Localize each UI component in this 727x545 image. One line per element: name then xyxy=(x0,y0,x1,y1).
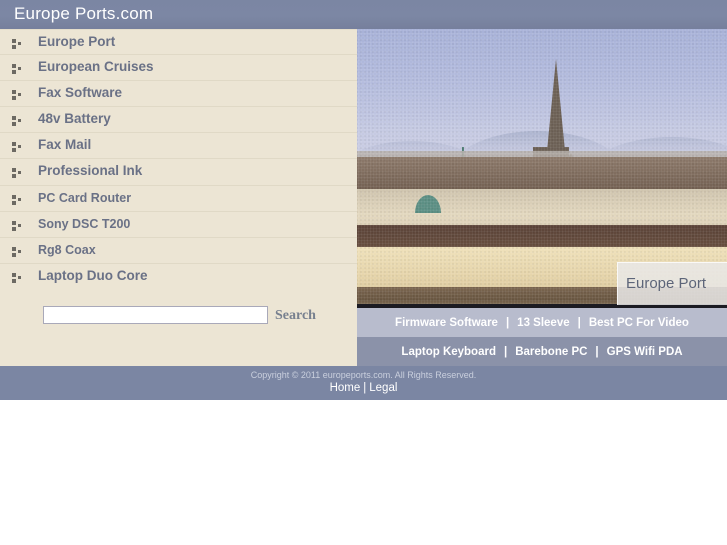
link-separator: | xyxy=(503,345,508,358)
sidebar-item-rg8-coax[interactable]: Rg8 Coax xyxy=(0,238,357,264)
sidebar-item-label: Rg8 Coax xyxy=(38,242,96,257)
site-header: Europe Ports.com xyxy=(0,0,727,29)
search-area: Search xyxy=(0,289,357,337)
sidebar-item-europe-port[interactable]: Europe Port xyxy=(0,29,357,56)
bullet-icon xyxy=(12,142,22,153)
photo-caption-badge: Europe Port xyxy=(617,262,727,305)
sidebar-item-48v-battery[interactable]: 48v Battery xyxy=(0,107,357,134)
link-barebone-pc[interactable]: Barebone PC xyxy=(515,346,587,358)
bullet-icon xyxy=(12,90,22,101)
sidebar-item-label: European Cruises xyxy=(38,59,154,75)
link-separator: | xyxy=(577,316,581,329)
site-footer: Copyright © 2011 europeports.com. All Ri… xyxy=(0,366,727,400)
bullet-icon xyxy=(12,64,22,75)
bullet-icon xyxy=(12,272,22,283)
sidebar-item-pc-card-router[interactable]: PC Card Router xyxy=(0,186,357,212)
footer-link-separator: | xyxy=(363,382,367,394)
sidebar-item-fax-mail[interactable]: Fax Mail xyxy=(0,133,357,160)
sidebar-item-professional-ink[interactable]: Professional Ink xyxy=(0,159,357,186)
search-button[interactable]: Search xyxy=(275,308,316,324)
hero-photo: Europe Port xyxy=(357,29,727,308)
bullet-icon xyxy=(12,39,22,49)
sidebar-item-fax-software[interactable]: Fax Software xyxy=(0,81,357,108)
site-title: Europe Ports.com xyxy=(14,4,154,23)
link-laptop-keyboard[interactable]: Laptop Keyboard xyxy=(401,346,496,358)
footer-link-home[interactable]: Home xyxy=(330,382,361,394)
sidebar-item-label: Fax Mail xyxy=(38,137,92,153)
photo-caption-label: Europe Port xyxy=(626,275,707,292)
sidebar-item-label: Fax Software xyxy=(38,85,123,101)
bullet-icon xyxy=(12,194,22,205)
sidebar-item-european-cruises[interactable]: European Cruises xyxy=(0,55,357,82)
link-firmware-software[interactable]: Firmware Software xyxy=(395,317,498,329)
sidebar-item-label: Sony DSC T200 xyxy=(38,216,131,231)
link-separator: | xyxy=(595,345,599,358)
sidebar-item-label: 48v Battery xyxy=(38,111,111,127)
sidebar-menu-list: Europe Port European Cruises Fax Softwar… xyxy=(0,29,357,290)
sidebar-item-label: Europe Port xyxy=(38,34,116,49)
search-input[interactable] xyxy=(43,306,268,324)
page-root: Europe Ports.com Europe Port European Cr… xyxy=(0,0,727,545)
bullet-icon xyxy=(12,220,22,231)
bullet-icon xyxy=(12,116,22,127)
sidebar-item-sony-dsc-t200[interactable]: Sony DSC T200 xyxy=(0,212,357,238)
footer-links: Home | Legal xyxy=(0,382,727,394)
copyright-text: Copyright © 2011 europeports.com. All Ri… xyxy=(250,370,477,380)
link-13-sleeve[interactable]: 13 Sleeve xyxy=(517,317,569,329)
link-bar-row-2: Laptop Keyboard | Barebone PC | GPS Wifi… xyxy=(357,337,727,366)
sidebar-item-label: Laptop Duo Core xyxy=(38,267,148,283)
sidebar-item-label: PC Card Router xyxy=(38,190,132,205)
sidebar-item-laptop-duo-core[interactable]: Laptop Duo Core xyxy=(0,264,357,290)
bullet-icon xyxy=(12,246,22,257)
link-bar-row-1: Firmware Software | 13 Sleeve | Best PC … xyxy=(357,308,727,337)
cathedral-spire xyxy=(547,59,565,151)
link-best-pc-for-video[interactable]: Best PC For Video xyxy=(589,317,689,329)
link-separator: | xyxy=(505,316,510,329)
footer-link-legal[interactable]: Legal xyxy=(369,382,397,394)
sidebar-item-label: Professional Ink xyxy=(38,163,143,179)
bullet-icon xyxy=(12,168,22,179)
link-gps-wifi-pda[interactable]: GPS Wifi PDA xyxy=(607,346,683,358)
